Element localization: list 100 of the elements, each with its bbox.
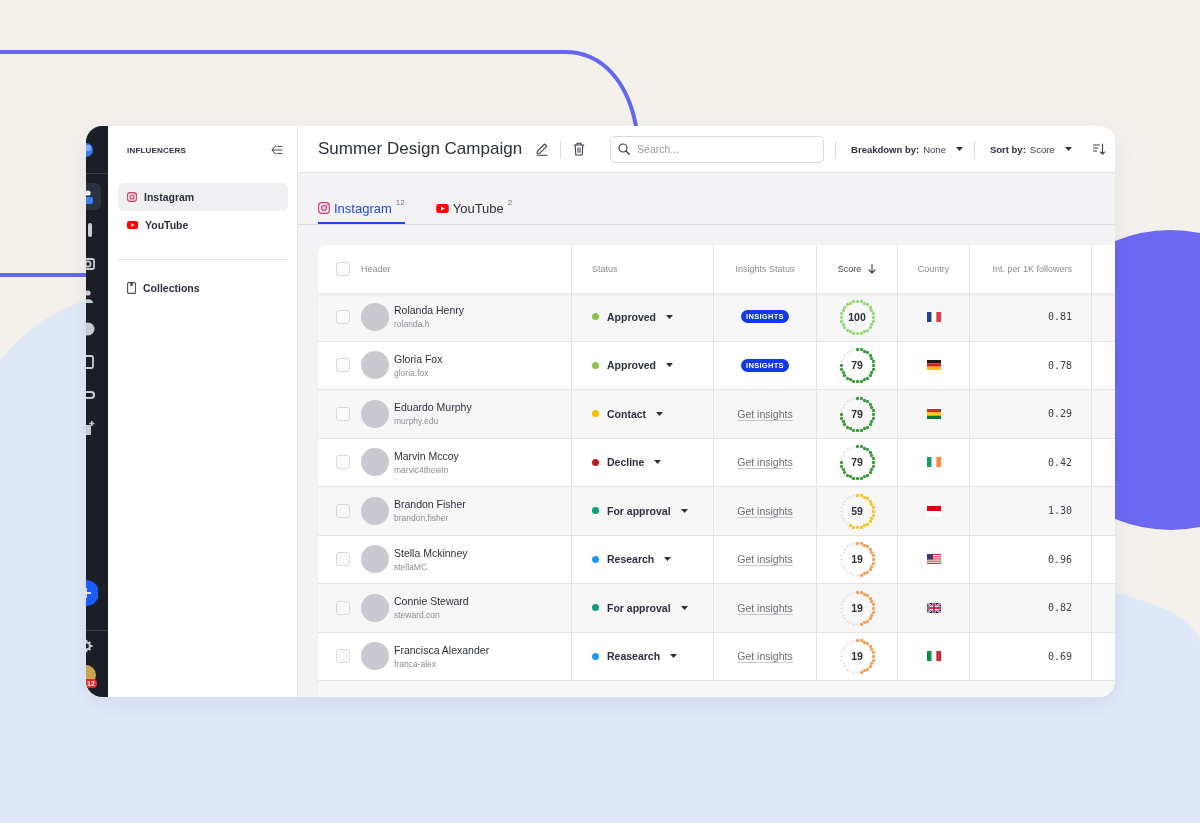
get-insights-link[interactable]: Get insights bbox=[737, 456, 793, 469]
score-value: 19 bbox=[851, 650, 863, 663]
search-field[interactable]: Search... bbox=[610, 135, 825, 163]
row-checkbox[interactable] bbox=[336, 600, 350, 615]
flag-icon bbox=[926, 505, 941, 516]
logo-icon bbox=[86, 143, 93, 157]
bookmark-icon bbox=[127, 282, 136, 294]
column-header[interactable]: Score bbox=[837, 264, 862, 274]
influencer-name: Connie Steward bbox=[394, 595, 469, 608]
flag-icon bbox=[926, 408, 941, 419]
score-value: 79 bbox=[851, 359, 863, 372]
row-checkbox[interactable] bbox=[336, 649, 350, 664]
tab[interactable]: YouTube $^{2}$ bbox=[435, 194, 513, 224]
play-icon bbox=[435, 203, 449, 213]
engagement-value: 0.29 bbox=[1047, 408, 1072, 420]
engagement-value: 0.96 bbox=[1047, 553, 1072, 565]
get-insights-link[interactable]: Get insights bbox=[737, 553, 793, 566]
score-value: 100 bbox=[848, 310, 866, 323]
avatar-placeholder bbox=[361, 399, 389, 428]
caret-icon bbox=[656, 411, 664, 416]
add-button[interactable] bbox=[86, 580, 98, 606]
column-header[interactable]: Status bbox=[592, 264, 618, 274]
influencer-handle: murphy.edu bbox=[394, 416, 440, 427]
column-header[interactable]: Insights Status bbox=[735, 264, 795, 274]
influencer-name: Brandon Fisher bbox=[394, 498, 466, 511]
status-dropdown[interactable]: Decline bbox=[592, 456, 662, 469]
engagement-value: 0.69 bbox=[1047, 650, 1072, 662]
campaign-title: Summer Design Campaign bbox=[318, 139, 523, 159]
avatar-placeholder bbox=[361, 351, 389, 380]
trash-icon[interactable] bbox=[573, 142, 586, 156]
avatar-placeholder bbox=[361, 545, 389, 574]
sidebar-item[interactable]: Collections bbox=[118, 274, 288, 302]
nav-item[interactable] bbox=[86, 183, 101, 210]
select-all-checkbox[interactable] bbox=[336, 262, 350, 276]
flag-icon bbox=[926, 360, 941, 371]
influencer-name: Gloria Fox bbox=[394, 352, 443, 365]
avatar-placeholder bbox=[361, 302, 389, 331]
row-checkbox[interactable] bbox=[336, 309, 350, 324]
search-icon bbox=[618, 143, 631, 155]
row-checkbox[interactable] bbox=[336, 406, 350, 421]
caret-icon bbox=[680, 508, 688, 513]
caret-icon bbox=[955, 147, 963, 151]
flag-icon bbox=[926, 311, 941, 322]
get-insights-link[interactable]: Get insights bbox=[737, 650, 793, 663]
pencil-icon[interactable] bbox=[535, 142, 550, 156]
influencer-name: Stella Mckinney bbox=[394, 546, 468, 559]
caret-icon bbox=[666, 314, 673, 319]
score-value: 19 bbox=[851, 601, 863, 614]
sort-dropdown[interactable]: Sort by: Score bbox=[989, 143, 1072, 155]
sort-icon[interactable] bbox=[1092, 143, 1105, 155]
row-checkbox[interactable] bbox=[336, 455, 350, 470]
sidebar-item[interactable]: Instagram bbox=[118, 183, 288, 211]
person-icon bbox=[86, 188, 96, 205]
flag-icon bbox=[926, 651, 941, 662]
arrow-down-icon bbox=[868, 264, 877, 274]
influencer-handle: stellaMC bbox=[394, 561, 429, 572]
tab[interactable]: Instagram $^{12}$ bbox=[318, 194, 405, 224]
column-header[interactable]: Country bbox=[917, 264, 950, 274]
status-dropdown[interactable]: Contact bbox=[592, 407, 664, 420]
caret-icon bbox=[1064, 147, 1072, 151]
sidebar-title: INFLUENCERS bbox=[127, 145, 187, 155]
status-dropdown[interactable]: For approval bbox=[592, 601, 688, 614]
engagement-value: 0.82 bbox=[1047, 602, 1072, 614]
engagement-value: 0.42 bbox=[1047, 456, 1072, 468]
influencer-name: Eduardo Murphy bbox=[394, 401, 472, 414]
row-checkbox[interactable] bbox=[336, 503, 350, 518]
influencer-handle: brandon.fisher bbox=[394, 513, 450, 524]
column-header[interactable]: Int. per 1K followers bbox=[992, 264, 1072, 274]
get-insights-link[interactable]: Get insights bbox=[737, 504, 793, 517]
row-checkbox[interactable] bbox=[336, 552, 350, 567]
influencer-handle: franca-alex bbox=[394, 658, 438, 669]
status-dropdown[interactable]: Approved bbox=[592, 359, 673, 372]
gear-icon[interactable] bbox=[86, 639, 94, 653]
play-icon bbox=[127, 221, 138, 229]
breakdown-dropdown[interactable]: Breakdown by: None bbox=[851, 143, 963, 155]
get-insights-link[interactable]: Get insights bbox=[737, 407, 793, 420]
avatar-placeholder bbox=[361, 448, 389, 477]
caret-icon bbox=[664, 557, 672, 562]
flag-icon bbox=[926, 554, 941, 565]
engagement-value: 0.81 bbox=[1047, 311, 1072, 323]
caret-icon bbox=[680, 605, 688, 610]
influencer-handle: rolanda.h bbox=[394, 319, 431, 330]
influencer-handle: steward.con bbox=[394, 610, 441, 621]
flag-icon bbox=[926, 602, 941, 613]
engagement-value: 0.78 bbox=[1047, 359, 1072, 371]
influencer-handle: gloria.fox bbox=[394, 367, 430, 378]
get-insights-link[interactable]: Get insights bbox=[737, 601, 793, 614]
status-dropdown[interactable]: Approved bbox=[592, 310, 673, 323]
caret-icon bbox=[666, 363, 673, 368]
influencer-name: Francisca Alexander bbox=[394, 643, 490, 656]
column-header[interactable]: Header bbox=[361, 264, 391, 274]
engagement-value: 1.30 bbox=[1047, 505, 1072, 517]
collapse-icon[interactable] bbox=[271, 145, 283, 155]
status-dropdown[interactable]: Research bbox=[592, 553, 672, 566]
avatar-placeholder bbox=[361, 642, 389, 671]
status-dropdown[interactable]: For approval bbox=[592, 504, 688, 517]
score-value: 79 bbox=[851, 456, 863, 469]
row-checkbox[interactable] bbox=[336, 358, 350, 373]
sidebar-item[interactable]: YouTube bbox=[118, 211, 288, 239]
status-dropdown[interactable]: Reasearch bbox=[592, 650, 678, 663]
